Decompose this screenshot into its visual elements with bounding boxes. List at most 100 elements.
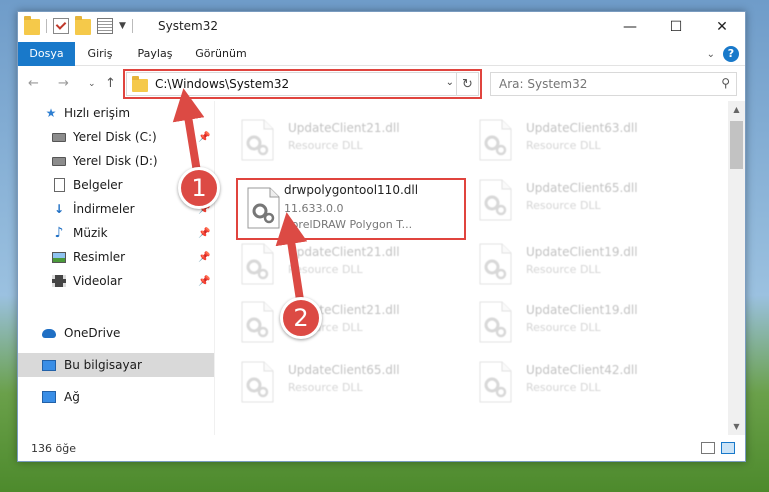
nav-item-quick-access[interactable]: ★ Hızlı erişim bbox=[18, 101, 214, 125]
navigation-pane: ★ Hızlı erişim Yerel Disk (C:) 📌 Yerel D… bbox=[18, 101, 215, 435]
maximize-button[interactable]: ☐ bbox=[653, 12, 699, 42]
customize-toolbar-chevron-icon[interactable]: ▼ bbox=[119, 21, 126, 31]
file-version: 11.633.0.0 bbox=[284, 202, 344, 215]
pane-divider[interactable] bbox=[214, 101, 215, 435]
scroll-up-arrow-icon[interactable]: ▲ bbox=[728, 101, 745, 118]
ribbon-controls: ⌄ ? bbox=[707, 46, 739, 62]
tab-giris[interactable]: Giriş bbox=[77, 42, 123, 66]
properties-icon[interactable] bbox=[97, 18, 113, 34]
back-arrow-icon[interactable]: ← bbox=[28, 76, 39, 91]
file-item[interactable]: UpdateClient21.dll Resource DLL bbox=[240, 239, 470, 299]
scroll-thumb[interactable] bbox=[730, 121, 743, 169]
nav-item-local-disk-c[interactable]: Yerel Disk (C:) 📌 bbox=[18, 125, 214, 149]
address-bar[interactable]: C:\Windows\System32 ⌄ ↻ bbox=[123, 69, 482, 99]
file-type: Resource DLL bbox=[288, 381, 363, 394]
documents-icon bbox=[52, 178, 66, 192]
file-name: drwpolygontool110.dll bbox=[284, 183, 419, 197]
nav-label: Yerel Disk (D:) bbox=[73, 154, 158, 168]
nav-label: İndirmeler bbox=[73, 202, 135, 216]
view-switcher bbox=[701, 442, 735, 454]
file-item[interactable]: UpdateClient65.dll Resource DLL bbox=[240, 357, 470, 417]
properties-check-icon[interactable] bbox=[53, 18, 69, 34]
step-2-badge: 2 bbox=[280, 297, 322, 339]
ribbon: Dosya Giriş Paylaş Görünüm ⌄ ? bbox=[18, 42, 745, 66]
toolbar-divider bbox=[46, 19, 47, 33]
nav-item-onedrive[interactable]: OneDrive bbox=[18, 321, 214, 345]
pictures-icon bbox=[52, 250, 66, 264]
quick-access-toolbar: ▼ bbox=[24, 16, 133, 35]
up-arrow-icon[interactable]: ↑ bbox=[105, 76, 116, 91]
nav-label: OneDrive bbox=[64, 326, 121, 340]
details-view-icon[interactable] bbox=[701, 442, 715, 454]
search-icon[interactable]: ⚲ bbox=[721, 76, 730, 90]
explorer-window: ▼ System32 — ☐ ✕ Dosya Giriş Paylaş Görü… bbox=[17, 11, 746, 462]
nav-label: Bu bilgisayar bbox=[64, 358, 142, 372]
pin-icon[interactable]: 📌 bbox=[198, 132, 210, 143]
dll-file-icon bbox=[241, 243, 274, 285]
dll-file-icon bbox=[241, 361, 274, 403]
new-folder-icon[interactable] bbox=[75, 16, 91, 35]
pin-icon[interactable]: 📌 bbox=[198, 276, 210, 287]
file-type: Resource DLL bbox=[526, 321, 601, 334]
help-icon[interactable]: ? bbox=[723, 46, 739, 62]
file-type: Resource DLL bbox=[526, 199, 601, 212]
download-icon: ↓ bbox=[53, 202, 65, 216]
vertical-scrollbar[interactable]: ▲ ▼ bbox=[728, 101, 745, 435]
drive-icon bbox=[52, 154, 66, 168]
file-item[interactable]: UpdateClient19.dll Resource DLL bbox=[478, 297, 708, 357]
file-item[interactable]: UpdateClient21.dll Resource DLL bbox=[240, 297, 470, 357]
file-type: Resource DLL bbox=[526, 381, 601, 394]
file-item-highlighted[interactable]: drwpolygontool110.dll 11.633.0.0 CorelDR… bbox=[236, 178, 466, 240]
computer-icon bbox=[42, 358, 56, 372]
file-item[interactable]: UpdateClient63.dll Resource DLL bbox=[478, 115, 708, 175]
scroll-down-arrow-icon[interactable]: ▼ bbox=[728, 418, 745, 435]
nav-label: Yerel Disk (C:) bbox=[73, 130, 157, 144]
toolbar-divider bbox=[131, 19, 133, 33]
address-path[interactable]: C:\Windows\System32 bbox=[155, 77, 289, 91]
dll-file-icon bbox=[241, 119, 274, 161]
nav-item-music[interactable]: ♪ Müzik 📌 bbox=[18, 221, 214, 245]
search-input[interactable] bbox=[491, 73, 711, 95]
search-box[interactable]: ⚲ bbox=[490, 72, 737, 96]
nav-item-videos[interactable]: Videolar 📌 bbox=[18, 269, 214, 293]
file-item[interactable]: UpdateClient19.dll Resource DLL bbox=[478, 239, 708, 299]
nav-item-network[interactable]: Ağ bbox=[18, 385, 214, 409]
expand-ribbon-chevron-icon[interactable]: ⌄ bbox=[707, 49, 715, 60]
minimize-button[interactable]: — bbox=[607, 12, 653, 42]
item-count: 136 öğe bbox=[31, 442, 76, 455]
videos-icon bbox=[52, 274, 66, 288]
dll-file-icon bbox=[479, 301, 512, 343]
refresh-icon[interactable]: ↻ bbox=[456, 73, 478, 95]
tab-gorunum[interactable]: Görünüm bbox=[188, 42, 254, 66]
folder-icon bbox=[132, 76, 148, 92]
large-icons-view-icon[interactable] bbox=[721, 442, 735, 454]
navigation-bar: ← → ⌄ ↑ C:\Windows\System32 ⌄ ↻ ⚲ bbox=[18, 67, 745, 101]
file-description: CorelDRAW Polygon T... bbox=[284, 218, 413, 231]
nav-label: Videolar bbox=[73, 274, 123, 288]
recent-locations-chevron-icon[interactable]: ⌄ bbox=[88, 79, 96, 89]
address-dropdown-chevron-icon[interactable]: ⌄ bbox=[446, 77, 454, 88]
pin-icon[interactable]: 📌 bbox=[198, 252, 210, 263]
nav-item-local-disk-d[interactable]: Yerel Disk (D:) bbox=[18, 149, 214, 173]
file-name: UpdateClient21.dll bbox=[288, 121, 400, 135]
dll-file-icon bbox=[479, 119, 512, 161]
dll-file-icon bbox=[247, 187, 280, 229]
nav-item-pictures[interactable]: Resimler 📌 bbox=[18, 245, 214, 269]
title-bar: ▼ System32 — ☐ ✕ bbox=[18, 12, 745, 42]
forward-arrow-icon[interactable]: → bbox=[58, 76, 69, 91]
file-item[interactable]: UpdateClient21.dll Resource DLL bbox=[240, 115, 470, 175]
tab-paylas[interactable]: Paylaş bbox=[129, 42, 181, 66]
window-title: System32 bbox=[158, 19, 219, 33]
close-button[interactable]: ✕ bbox=[699, 12, 745, 42]
file-item[interactable]: UpdateClient42.dll Resource DLL bbox=[478, 357, 708, 417]
file-item[interactable]: UpdateClient65.dll Resource DLL bbox=[478, 175, 708, 235]
tab-dosya[interactable]: Dosya bbox=[18, 42, 75, 66]
nav-label: Hızlı erişim bbox=[64, 106, 131, 120]
dll-file-icon bbox=[241, 301, 274, 343]
file-type: Resource DLL bbox=[288, 263, 363, 276]
pin-icon[interactable]: 📌 bbox=[198, 228, 210, 239]
music-icon: ♪ bbox=[54, 225, 64, 241]
nav-item-this-pc[interactable]: Bu bilgisayar bbox=[18, 353, 214, 377]
file-name: UpdateClient42.dll bbox=[526, 363, 638, 377]
drive-icon bbox=[52, 130, 66, 144]
